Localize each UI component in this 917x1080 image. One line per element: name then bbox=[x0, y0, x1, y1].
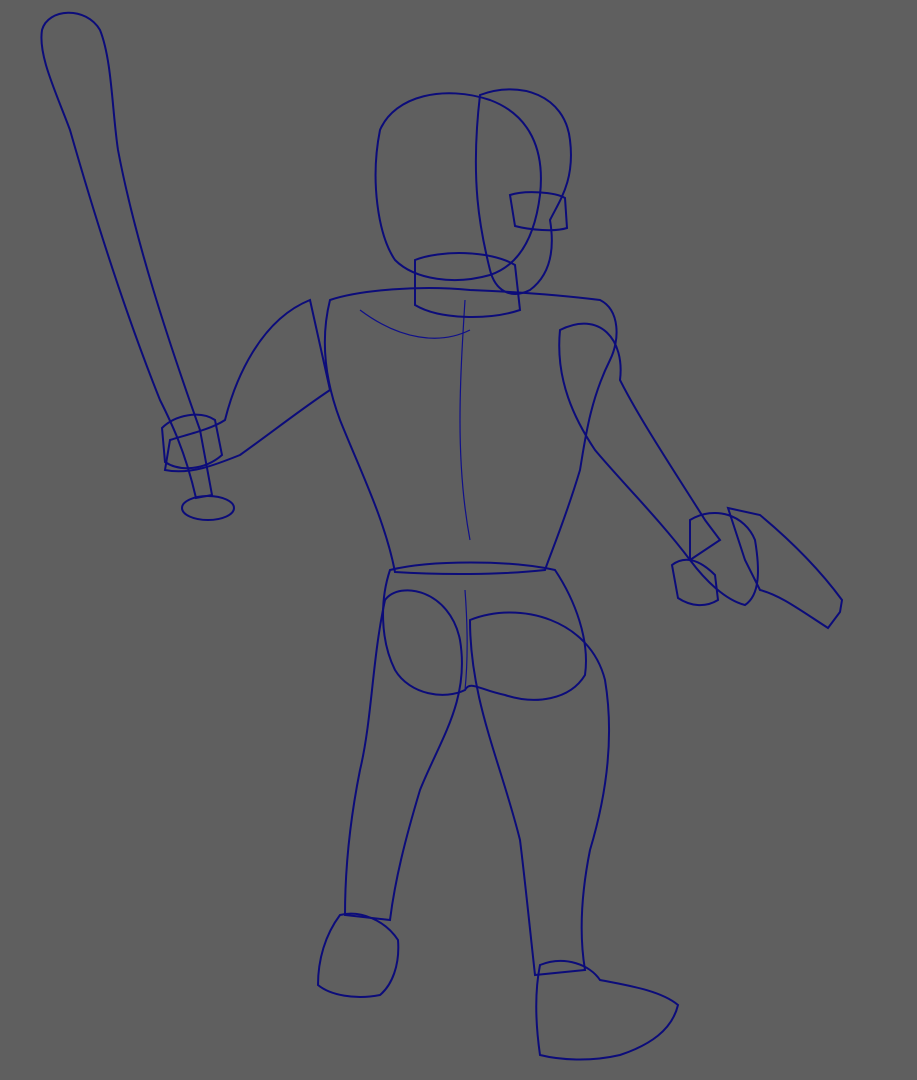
right-shoe[interactable] bbox=[535, 960, 680, 1061]
left-leg[interactable] bbox=[343, 589, 463, 922]
character-mesh-render[interactable] bbox=[0, 0, 917, 1080]
3d-viewport[interactable] bbox=[0, 0, 917, 1080]
bat-knob bbox=[181, 495, 235, 521]
pelvis[interactable] bbox=[382, 561, 587, 701]
right-leg[interactable] bbox=[468, 611, 611, 977]
neck bbox=[414, 252, 522, 318]
left-arm[interactable] bbox=[160, 298, 332, 473]
baseball-bat[interactable] bbox=[40, 11, 235, 521]
head[interactable] bbox=[374, 92, 542, 281]
right-hand bbox=[689, 511, 759, 607]
right-arm[interactable] bbox=[558, 322, 759, 607]
torso[interactable] bbox=[323, 287, 618, 576]
glasses[interactable] bbox=[508, 191, 569, 232]
left-shoe[interactable] bbox=[316, 912, 400, 998]
